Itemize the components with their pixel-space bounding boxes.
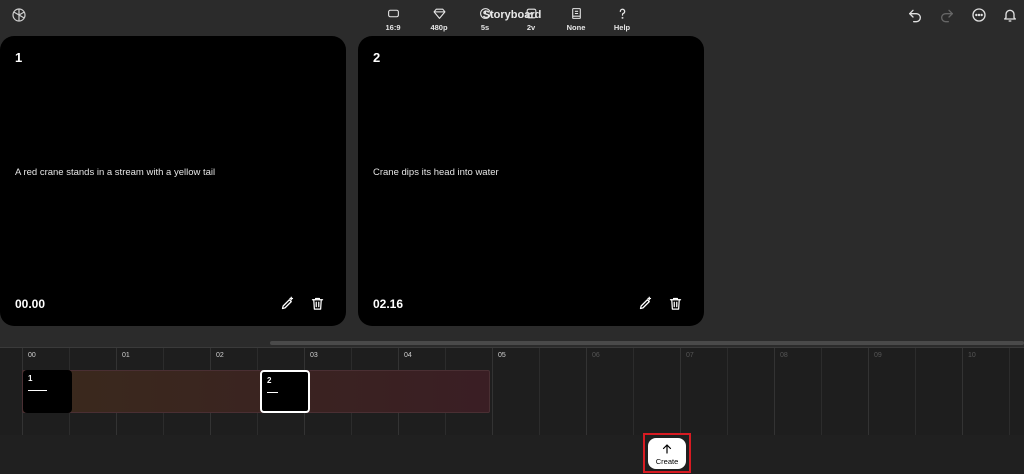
create-button[interactable]: Create — [648, 438, 686, 469]
timeline-clip[interactable]: 1 — [23, 370, 72, 413]
ruler-label: 03 — [310, 352, 318, 359]
tool-label: 16:9 — [385, 23, 401, 32]
book-icon — [571, 8, 581, 19]
ruler-label: 06 — [592, 352, 600, 359]
more-options-icon[interactable] — [970, 6, 988, 24]
timeline-track[interactable] — [22, 370, 490, 413]
ruler-subtick — [633, 348, 634, 436]
timeline[interactable]: 00 01 02 03 04 05 06 07 08 09 10 1 2 — [0, 347, 1024, 436]
ruler-label: 02 — [216, 352, 224, 359]
page-title: Storyboard — [482, 9, 542, 21]
variations-button[interactable]: 2v — [513, 7, 549, 32]
card-prompt[interactable]: A red crane stands in a stream with a ye… — [15, 167, 215, 178]
timeline-clip-selected[interactable]: 2 — [260, 370, 310, 413]
ruler-label: 01 — [122, 352, 130, 359]
tool-label: Help — [613, 23, 631, 32]
storyboard-card[interactable]: 2 Crane dips its head into water 02.16 — [358, 36, 704, 326]
preset-button[interactable]: None — [558, 7, 594, 32]
trash-icon[interactable] — [667, 295, 683, 311]
create-label: Create — [655, 457, 679, 466]
aspect-ratio-button[interactable]: 16:9 — [375, 7, 411, 32]
bell-icon[interactable] — [1001, 6, 1019, 24]
card-prompt[interactable]: Crane dips its head into water — [373, 167, 499, 178]
duration-button[interactable]: 5s — [467, 7, 503, 32]
ruler-tick — [586, 348, 587, 436]
ruler-label: 10 — [968, 352, 976, 359]
undo-icon[interactable] — [906, 6, 924, 24]
redo-icon[interactable] — [938, 6, 956, 24]
ruler-label: 07 — [686, 352, 694, 359]
diamond-icon — [433, 8, 445, 19]
card-timestamp: 00.00 — [15, 297, 46, 311]
ruler-label: 09 — [874, 352, 882, 359]
ruler-tick — [868, 348, 869, 436]
edit-icon[interactable] — [637, 295, 653, 311]
ruler-subtick — [1009, 348, 1010, 436]
clip-indicator — [267, 392, 278, 393]
tool-label: 5s — [480, 23, 490, 32]
card-number: 2 — [373, 50, 381, 65]
trash-icon[interactable] — [309, 295, 325, 311]
tool-label: 480p — [430, 23, 448, 32]
tool-label: None — [566, 23, 586, 32]
ruler-tick — [774, 348, 775, 436]
arrow-up-icon — [662, 444, 672, 454]
ruler-tick — [492, 348, 493, 436]
ruler-tick — [962, 348, 963, 436]
aspect-ratio-icon — [387, 9, 399, 18]
card-timestamp: 02.16 — [373, 297, 404, 311]
ruler-subtick — [821, 348, 822, 436]
ruler-label: 08 — [780, 352, 788, 359]
card-number: 1 — [15, 50, 23, 65]
ruler-tick — [680, 348, 681, 436]
ruler-subtick — [727, 348, 728, 436]
ruler-subtick — [915, 348, 916, 436]
clip-number: 1 — [28, 374, 33, 383]
question-icon — [619, 8, 625, 19]
bottom-toolbar — [0, 435, 1024, 474]
top-bar: Storyboard — [0, 0, 1024, 32]
storyboard-card[interactable]: 1 A red crane stands in a stream with a … — [0, 36, 346, 326]
help-button[interactable]: Help — [604, 7, 640, 32]
horizontal-scrollbar[interactable] — [270, 341, 1024, 345]
edit-icon[interactable] — [279, 295, 295, 311]
clip-number: 2 — [267, 376, 272, 385]
tool-label: 2v — [526, 23, 536, 32]
variations-icon — [526, 8, 536, 19]
ruler-label: 05 — [498, 352, 506, 359]
ruler-subtick — [539, 348, 540, 436]
clip-indicator — [28, 390, 47, 391]
clock-icon — [479, 8, 491, 19]
resolution-button[interactable]: 480p — [421, 7, 457, 32]
ruler-label: 04 — [404, 352, 412, 359]
ruler-label: 00 — [28, 352, 36, 359]
